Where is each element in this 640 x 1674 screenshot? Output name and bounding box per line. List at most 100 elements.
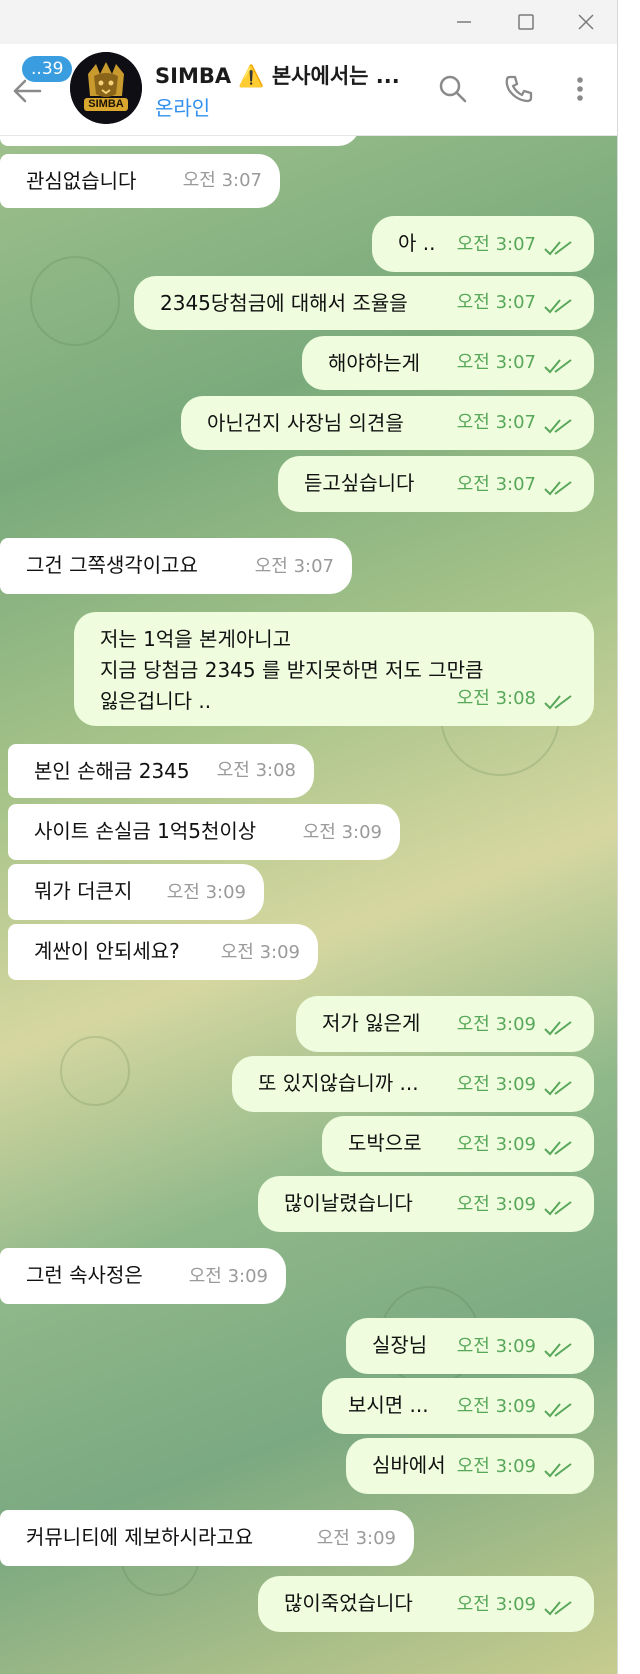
- outgoing-message[interactable]: 심바에서 오전 3:09: [346, 1438, 594, 1494]
- double-check-icon: [544, 1201, 572, 1216]
- close-button[interactable]: [574, 10, 598, 34]
- message-time: 오전 3:09: [220, 942, 300, 963]
- double-check-icon: [544, 419, 572, 434]
- minimize-icon: [457, 21, 471, 23]
- maximize-icon: [518, 14, 534, 30]
- incoming-message[interactable]: 커뮤니티에 제보하시라고요 오전 3:09: [0, 1510, 414, 1566]
- double-check-icon: [544, 299, 572, 314]
- more-vertical-icon: [577, 77, 583, 101]
- incoming-message[interactable]: 계싼이 안되세요? 오전 3:09: [8, 924, 318, 980]
- chat-title[interactable]: SIMBA ⚠️ 본사에서는 ...: [155, 60, 400, 90]
- unread-count: 39: [41, 59, 64, 79]
- message-time: 오전 3:09: [456, 1594, 536, 1615]
- double-check-icon: [544, 1463, 572, 1478]
- message-text: 그런 속사정은: [26, 1263, 143, 1287]
- message-text: 듣고싶습니다: [304, 471, 415, 495]
- double-check-icon: [544, 1403, 572, 1418]
- incoming-message[interactable]: 사이트 손실금 1억5천이상 오전 3:09: [8, 804, 400, 860]
- message-time: 오전 3:09: [302, 822, 382, 843]
- message-text: 저가 잃은게: [322, 1011, 421, 1035]
- message-time: 오전 3:07: [254, 556, 334, 577]
- message-time: 오전 3:09: [456, 1014, 536, 1035]
- message-time: 오전 3:09: [188, 1266, 268, 1287]
- message-time: 오전 3:09: [456, 1396, 536, 1417]
- outgoing-message[interactable]: 또 있지않습니까 ... 오전 3:09: [232, 1056, 594, 1112]
- message-text: 아 ..: [398, 231, 436, 255]
- outgoing-message[interactable]: 저가 잃은게 오전 3:09: [296, 996, 594, 1052]
- message-text: 사이트 손실금 1억5천이상: [34, 819, 257, 843]
- message-time: 오전 3:09: [456, 1194, 536, 1215]
- message-time: 오전 3:08: [216, 760, 296, 781]
- outgoing-message[interactable]: 아닌건지 사장님 의견을 오전 3:07: [181, 396, 594, 450]
- maximize-button[interactable]: [514, 10, 538, 34]
- message-time: 오전 3:07: [456, 474, 536, 495]
- outgoing-message[interactable]: 도박으로 오전 3:09: [322, 1116, 594, 1172]
- double-check-icon: [544, 1601, 572, 1616]
- minimize-button[interactable]: [452, 10, 476, 34]
- message-text: 그건 그쪽생각이고요: [26, 553, 198, 577]
- message-time: 오전 3:09: [456, 1456, 536, 1477]
- double-check-icon: [544, 1343, 572, 1358]
- outgoing-message[interactable]: 많이죽었습니다 오전 3:09: [258, 1576, 594, 1632]
- avatar[interactable]: SIMBA: [70, 52, 142, 124]
- outgoing-message[interactable]: 해야하는게 오전 3:07: [302, 336, 594, 390]
- incoming-message[interactable]: 그런 이걸 생각하고는오전 3:06: [0, 136, 360, 146]
- message-time: 오전 3:09: [456, 1336, 536, 1357]
- incoming-message[interactable]: 그런 속사정은 오전 3:09: [0, 1248, 286, 1304]
- outgoing-message[interactable]: 아 .. 오전 3:07: [372, 216, 594, 272]
- message-time: 오전 3:07: [456, 412, 536, 433]
- unread-prefix: ..: [31, 59, 42, 79]
- outgoing-message[interactable]: 실장님 오전 3:09: [346, 1318, 594, 1374]
- message-list[interactable]: 그런 이걸 생각하고는오전 3:06관심없습니다오전 3:07아 ..오전 3:…: [0, 136, 617, 1674]
- outgoing-message[interactable]: 저는 1억을 본게아니고 지금 당첨금 2345 를 받지못하면 저도 그만큼 …: [74, 612, 594, 726]
- message-text: 많이죽었습니다: [284, 1591, 413, 1615]
- incoming-message[interactable]: 관심없습니다 오전 3:07: [0, 154, 280, 208]
- message-text: 계싼이 안되세요?: [34, 939, 180, 963]
- close-icon: [578, 14, 594, 30]
- incoming-message[interactable]: 뭐가 더큰지 오전 3:09: [8, 864, 264, 920]
- message-text: 본인 손해금 2345: [34, 759, 190, 783]
- message-text: 해야하는게: [328, 351, 420, 375]
- message-text: 심바에서: [372, 1453, 446, 1477]
- more-menu-button[interactable]: [563, 72, 597, 106]
- message-text: 뭐가 더큰지: [34, 879, 133, 903]
- double-check-icon: [544, 481, 572, 496]
- double-check-icon: [544, 1081, 572, 1096]
- wallpaper-doodle: [30, 256, 120, 346]
- chat-status: 온라인: [155, 96, 211, 120]
- search-button[interactable]: [436, 72, 470, 106]
- chat-header: ..39 SIMBA SIMBA ⚠️ 본사에서는 ... 온라인: [0, 44, 617, 136]
- unread-badge: ..39: [22, 56, 73, 82]
- outgoing-message[interactable]: 보시면 ... 오전 3:09: [322, 1378, 594, 1434]
- message-time: 오전 3:08: [456, 688, 536, 709]
- message-text: 아닌건지 사장님 의견을: [207, 411, 404, 435]
- telegram-window: ..39 SIMBA SIMBA ⚠️ 본사에서는 ... 온라인 관심없습니다…: [0, 0, 618, 1674]
- outgoing-message[interactable]: 많이날렸습니다 오전 3:09: [258, 1176, 594, 1232]
- message-time: 오전 3:07: [182, 170, 262, 191]
- message-text: 커뮤니티에 제보하시라고요: [26, 1525, 254, 1549]
- message-time: 오전 3:09: [316, 1528, 396, 1549]
- window-titlebar: [0, 0, 617, 44]
- message-text: 실장님: [372, 1333, 428, 1357]
- search-icon: [439, 75, 467, 103]
- message-text: 관심없습니다: [26, 169, 137, 193]
- outgoing-message[interactable]: 2345당첨금에 대해서 조율을 오전 3:07: [134, 276, 594, 330]
- message-time: 오전 3:07: [456, 292, 536, 313]
- outgoing-message[interactable]: 듣고싶습니다 오전 3:07: [278, 456, 594, 512]
- message-time: 오전 3:07: [456, 352, 536, 373]
- incoming-message[interactable]: 그건 그쪽생각이고요 오전 3:07: [0, 538, 352, 594]
- message-text: 그런 이걸 생각하고는: [26, 136, 204, 139]
- double-check-icon: [544, 1141, 572, 1156]
- double-check-icon: [544, 241, 572, 256]
- message-text: 도박으로: [348, 1131, 422, 1155]
- incoming-message[interactable]: 본인 손해금 2345 오전 3:08: [8, 744, 314, 798]
- message-time: 오전 3:09: [456, 1074, 536, 1095]
- double-check-icon: [544, 359, 572, 374]
- message-text: 보시면 ...: [348, 1393, 429, 1417]
- simba-lion-logo-icon: [70, 52, 142, 124]
- message-time: 오전 3:07: [456, 234, 536, 255]
- call-button[interactable]: [502, 72, 536, 106]
- message-time: 오전 3:09: [456, 1134, 536, 1155]
- wallpaper-doodle: [60, 1036, 130, 1106]
- avatar-logo-text: SIMBA: [88, 98, 124, 110]
